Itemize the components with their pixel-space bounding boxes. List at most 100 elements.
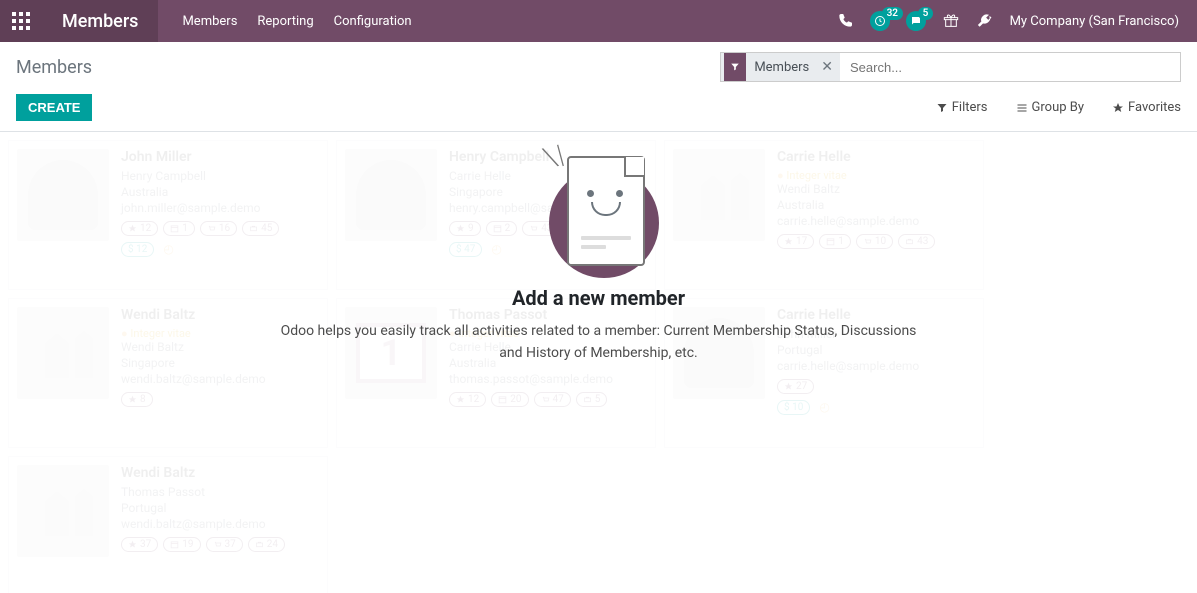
- clock-icon: ◴: [819, 400, 829, 415]
- member-card[interactable]: Wendi Baltz Thomas Passot Portugal wendi…: [8, 456, 328, 593]
- member-name: Carrie Helle: [777, 307, 975, 323]
- member-country: Portugal: [777, 343, 975, 357]
- stat-calendar[interactable]: 20: [491, 392, 528, 407]
- stat-star[interactable]: 12: [121, 221, 158, 236]
- stat-calendar[interactable]: 1: [819, 234, 851, 249]
- stat-calendar[interactable]: 19: [163, 537, 200, 552]
- stat-case[interactable]: 43: [898, 234, 935, 249]
- member-tag: Integer vitae: [777, 169, 975, 182]
- stat-money[interactable]: $ 47: [449, 242, 482, 257]
- member-country: Australia: [449, 356, 647, 370]
- favorites-button[interactable]: Favorites: [1112, 100, 1181, 115]
- member-avatar: [673, 149, 765, 241]
- member-card[interactable]: 1 Thomas Passot Integer vitae Carrie Hel…: [336, 298, 656, 448]
- stat-star[interactable]: 27: [777, 379, 814, 394]
- search-bar[interactable]: Members ✕: [720, 52, 1181, 82]
- stat-calendar[interactable]: 2: [486, 221, 518, 236]
- messages-badge: 5: [918, 7, 934, 20]
- member-country: Australia: [777, 198, 975, 212]
- member-avatar: [673, 307, 765, 399]
- member-company: Carrie Helle: [449, 340, 647, 354]
- member-name: Thomas Passot: [449, 307, 647, 323]
- member-email: thomas.passot@sample.demo: [449, 372, 647, 386]
- member-avatar: 1: [345, 307, 437, 399]
- nav-reporting[interactable]: Reporting: [257, 14, 313, 29]
- member-name: Henry Campbell: [449, 149, 647, 165]
- member-email: wendi.baltz@sample.demo: [121, 372, 319, 386]
- stat-case[interactable]: 45: [242, 221, 279, 236]
- stat-money[interactable]: $ 10: [777, 400, 810, 415]
- stat-case[interactable]: 17: [565, 221, 602, 236]
- stat-star[interactable]: 17: [777, 234, 814, 249]
- member-company: Carrie Helle: [449, 169, 647, 183]
- member-email: henry.campbell@sample.demo: [449, 201, 647, 215]
- member-name: Carrie Helle: [777, 149, 975, 165]
- stat-star[interactable]: 8: [121, 392, 153, 407]
- member-avatar: [345, 149, 437, 241]
- activity-icon[interactable]: 32: [870, 11, 890, 31]
- stat-star[interactable]: 9: [449, 221, 481, 236]
- stat-cart[interactable]: 43: [522, 221, 559, 236]
- main-navbar: Members Members Reporting Configuration …: [0, 0, 1197, 42]
- stat-case[interactable]: 5: [576, 392, 608, 407]
- member-company: Thomas Passot: [121, 485, 319, 499]
- company-switcher[interactable]: My Company (San Francisco): [1010, 14, 1179, 29]
- facet-label: Members: [746, 60, 817, 75]
- breadcrumb: Members: [16, 57, 92, 78]
- member-card[interactable]: Wendi Baltz Integer vitae Wendi Baltz Si…: [8, 298, 328, 448]
- funnel-icon: [724, 53, 746, 81]
- clock-icon: ◴: [163, 242, 173, 257]
- member-email: carrie.helle@sample.demo: [777, 359, 975, 373]
- member-company: Wendi Baltz: [121, 340, 319, 354]
- member-country: Singapore: [121, 356, 319, 370]
- stat-cart[interactable]: 10: [856, 234, 893, 249]
- gift-icon[interactable]: [942, 12, 960, 30]
- apps-menu-icon[interactable]: [0, 0, 42, 42]
- member-email: john.miller@sample.demo: [121, 201, 319, 215]
- member-company: Wendi Baltz: [777, 182, 975, 196]
- create-button[interactable]: CREATE: [16, 94, 92, 121]
- member-company: Henry Campbell: [121, 169, 319, 183]
- member-name: Wendi Baltz: [121, 465, 319, 481]
- member-email: wendi.baltz@sample.demo: [121, 517, 319, 531]
- activity-badge: 32: [882, 7, 903, 20]
- app-brand[interactable]: Members: [42, 0, 158, 42]
- member-tag: Integer vitae: [121, 327, 319, 340]
- member-card[interactable]: Carrie Helle Integer vitae Wendi Baltz A…: [664, 140, 984, 290]
- member-card[interactable]: Carrie Helle John Miller Portugal carrie…: [664, 298, 984, 448]
- wrench-icon[interactable]: [976, 12, 994, 30]
- member-name: Wendi Baltz: [121, 307, 319, 323]
- messages-icon[interactable]: 5: [906, 11, 926, 31]
- stat-star[interactable]: 12: [449, 392, 486, 407]
- star-icon: [1112, 102, 1124, 114]
- member-card[interactable]: John Miller Henry Campbell Australia joh…: [8, 140, 328, 290]
- member-email: carrie.helle@sample.demo: [777, 214, 975, 228]
- nav-members[interactable]: Members: [182, 14, 237, 29]
- stat-star[interactable]: 37: [121, 537, 158, 552]
- member-card[interactable]: Henry Campbell Carrie Helle Singapore he…: [336, 140, 656, 290]
- facet-remove-icon[interactable]: ✕: [817, 59, 837, 75]
- stat-cart[interactable]: 37: [206, 537, 243, 552]
- stat-cart[interactable]: 16: [200, 221, 237, 236]
- member-tag: Integer vitae: [449, 327, 647, 340]
- search-facet-members: Members ✕: [721, 53, 840, 81]
- filters-button[interactable]: Filters: [936, 100, 988, 115]
- stat-case[interactable]: 24: [248, 537, 285, 552]
- member-avatar: [17, 465, 109, 557]
- member-name: John Miller: [121, 149, 319, 165]
- stat-money[interactable]: $ 12: [121, 242, 154, 257]
- clock-icon: ◴: [491, 242, 501, 257]
- member-avatar: [17, 149, 109, 241]
- member-company: John Miller: [777, 327, 975, 341]
- nav-configuration[interactable]: Configuration: [334, 14, 412, 29]
- funnel-icon: [936, 102, 948, 114]
- search-input[interactable]: [840, 53, 1180, 81]
- groupby-button[interactable]: Group By: [1016, 100, 1085, 115]
- kanban-view: John Miller Henry Campbell Australia joh…: [0, 132, 1197, 593]
- phone-icon[interactable]: [836, 12, 854, 30]
- control-panel: Members Members ✕ CREATE Filters Group B…: [0, 42, 1197, 132]
- stat-calendar[interactable]: 1: [163, 221, 195, 236]
- stat-cart[interactable]: 47: [534, 392, 571, 407]
- list-icon: [1016, 102, 1028, 114]
- member-country: Australia: [121, 185, 319, 199]
